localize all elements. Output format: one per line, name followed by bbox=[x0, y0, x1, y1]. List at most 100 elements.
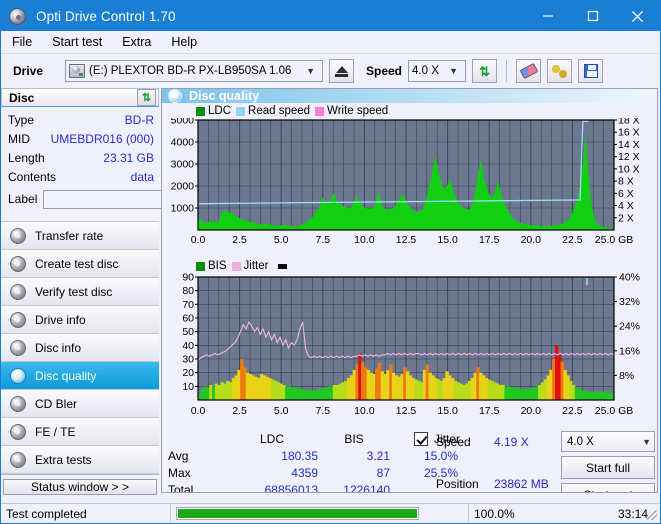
sidebar-item-disc-info[interactable]: Disc info bbox=[1, 334, 159, 362]
drive-label: Drive bbox=[13, 64, 44, 78]
content-header: Disc quality bbox=[162, 89, 657, 103]
svg-text:25.0 GB: 25.0 GB bbox=[595, 405, 634, 417]
svg-text:4000: 4000 bbox=[171, 137, 195, 149]
sidebar-spacer bbox=[1, 474, 159, 475]
menu-item-start-test[interactable]: Start test bbox=[50, 34, 104, 50]
position-value: 23862 MB bbox=[494, 477, 549, 491]
sidebar-item-create-test-disc[interactable]: Create test disc bbox=[1, 250, 159, 278]
drive-select[interactable]: (E:) PLEXTOR BD-R PX-LB950SA 1.06 ▼ bbox=[65, 60, 323, 82]
title-bar: Opti Drive Control 1.70 bbox=[1, 1, 660, 31]
disc-mid-key: MID bbox=[8, 131, 30, 146]
start-part-button[interactable]: Start part bbox=[561, 483, 655, 492]
stats-total-bis: 1226140 bbox=[343, 482, 390, 493]
sidebar-item-fe-te[interactable]: FE / TE bbox=[1, 418, 159, 446]
svg-text:80: 80 bbox=[182, 285, 194, 297]
eject-bar bbox=[335, 73, 348, 77]
top-chart[interactable]: 1000 2000 3000 4000 5000 2 X4 X6 X8 X 10 X 12 X… bbox=[162, 118, 657, 258]
sidebar: Disc ⇅ Type BD-R MID UMEBDR016 (000) Len… bbox=[1, 88, 248, 495]
legend-label-ldc: LDC bbox=[208, 105, 232, 117]
drive-select-value: (E:) PLEXTOR BD-R PX-LB950SA 1.06 bbox=[89, 65, 292, 77]
disc-mid-value: UMEBDR016 (000) bbox=[50, 131, 154, 146]
svg-text:15.0: 15.0 bbox=[437, 405, 458, 417]
window-controls bbox=[525, 1, 660, 31]
svg-text:22.5: 22.5 bbox=[562, 234, 583, 246]
legend-item-read-speed: Read speed bbox=[236, 105, 310, 117]
start-full-button[interactable]: Start full bbox=[561, 456, 655, 479]
statistics-panel: LDC BIS Jitter Avg 180.35 3.21 15.0% Max… bbox=[162, 430, 657, 493]
refresh-button[interactable]: ⇅ bbox=[472, 59, 498, 83]
test-speed-select[interactable]: 4.0 X ▼ bbox=[561, 431, 655, 452]
speed-value: 4.19 X bbox=[494, 435, 529, 449]
speed-select-value: 4.0 X bbox=[412, 65, 439, 77]
svg-text:18 X: 18 X bbox=[618, 118, 640, 127]
erase-button[interactable] bbox=[516, 59, 542, 83]
status-percent: 100.0% bbox=[474, 506, 515, 521]
bottom-chart[interactable]: 10 20 30 40 50 60 70 80 90 8% 16% 24% 32% 40% 0.0 2.5 5.… bbox=[162, 273, 657, 428]
app-icon bbox=[9, 7, 26, 25]
table-row: Total 68856013 1226140 bbox=[168, 481, 462, 493]
svg-text:2.5: 2.5 bbox=[232, 234, 247, 246]
menu-item-help[interactable]: Help bbox=[169, 34, 199, 50]
svg-text:4 X: 4 X bbox=[618, 200, 634, 212]
resize-grip-icon[interactable] bbox=[647, 510, 657, 520]
svg-text:70: 70 bbox=[182, 299, 194, 311]
chevron-down-icon: ▼ bbox=[449, 66, 459, 76]
save-button[interactable] bbox=[578, 59, 604, 83]
disc-quality-icon bbox=[168, 89, 182, 103]
close-icon[interactable] bbox=[615, 1, 660, 31]
svg-text:25.0 GB: 25.0 GB bbox=[595, 234, 634, 246]
stats-row-label: Total bbox=[168, 482, 194, 493]
svg-text:30: 30 bbox=[182, 354, 194, 366]
test-info-row-position: Position 23862 MB bbox=[436, 474, 561, 492]
maximize-icon[interactable] bbox=[570, 1, 615, 31]
tools-button[interactable] bbox=[547, 59, 573, 83]
chevron-down-icon: ▼ bbox=[306, 66, 315, 76]
svg-text:6 X: 6 X bbox=[618, 188, 634, 200]
disc-info-row-length: Length 23.31 GB bbox=[8, 148, 154, 167]
sidebar-item-cd-bler[interactable]: CD Bler bbox=[1, 390, 159, 418]
sidebar-item-disc-quality[interactable]: Disc quality bbox=[1, 362, 159, 390]
status-bar: Test completed 100.0% 33:14 bbox=[1, 503, 660, 523]
disc-refresh-button[interactable]: ⇅ bbox=[137, 89, 156, 106]
svg-text:17.5: 17.5 bbox=[479, 234, 500, 246]
sidebar-item-label: Create test disc bbox=[35, 256, 119, 271]
sidebar-item-label: Transfer rate bbox=[35, 228, 104, 243]
tools-icon bbox=[551, 64, 568, 78]
menu-item-extra[interactable]: Extra bbox=[120, 34, 153, 50]
svg-text:90: 90 bbox=[182, 273, 194, 284]
minimize-icon[interactable] bbox=[525, 1, 570, 31]
disc-icon bbox=[10, 395, 26, 412]
svg-text:20.0: 20.0 bbox=[521, 405, 542, 417]
speed-label: Speed bbox=[366, 64, 403, 78]
eject-icon bbox=[335, 65, 348, 73]
disc-icon bbox=[10, 423, 26, 440]
speed-select[interactable]: 4.0 X ▼ bbox=[408, 60, 467, 82]
legend-item-ldc: LDC bbox=[196, 105, 231, 117]
disc-label-row: Label bbox=[8, 187, 248, 211]
content-title: Disc quality bbox=[189, 89, 260, 103]
disc-type-key: Type bbox=[8, 112, 35, 127]
sidebar-item-extra-tests[interactable]: Extra tests bbox=[1, 446, 159, 474]
menu-bar: File Start test Extra Help bbox=[1, 31, 660, 53]
stats-max-bis: 87 bbox=[376, 465, 390, 480]
legend-label-jitter: Jitter bbox=[243, 260, 269, 272]
status-window-button[interactable]: Status window > > bbox=[3, 479, 157, 495]
sidebar-item-transfer-rate[interactable]: Transfer rate bbox=[1, 222, 159, 250]
stats-row-label: Max bbox=[168, 465, 191, 480]
legend-swatch-read-speed bbox=[236, 106, 246, 116]
disc-info-row-contents: Contents data bbox=[8, 167, 154, 186]
jitter-checkbox[interactable] bbox=[413, 431, 428, 446]
disc-icon bbox=[10, 339, 26, 356]
spacer-row bbox=[436, 452, 561, 474]
sidebar-item-drive-info[interactable]: Drive info bbox=[1, 306, 159, 334]
status-text: Test completed bbox=[1, 503, 171, 523]
svg-text:7.5: 7.5 bbox=[315, 234, 330, 246]
legend-swatch-write-speed bbox=[315, 106, 325, 116]
top-chart-svg: 1000 2000 3000 4000 5000 2 X4 X6 X8 X10 X12 X… bbox=[171, 118, 640, 246]
eject-button[interactable] bbox=[329, 59, 354, 83]
menu-item-file[interactable]: File bbox=[10, 34, 34, 50]
sidebar-item-verify-test-disc[interactable]: Verify test disc bbox=[1, 278, 159, 306]
svg-text:5.0: 5.0 bbox=[274, 234, 289, 246]
sidebar-item-label: Extra tests bbox=[35, 452, 92, 467]
disc-info-row-type: Type BD-R bbox=[8, 110, 154, 129]
